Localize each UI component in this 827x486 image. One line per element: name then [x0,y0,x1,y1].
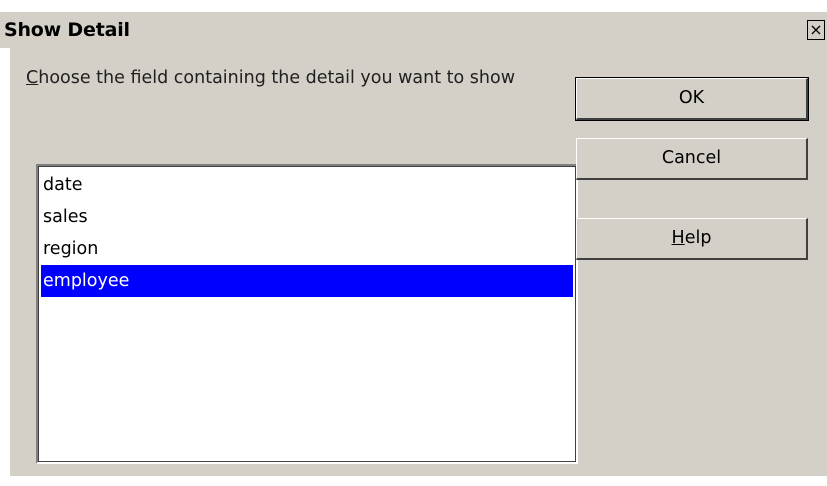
title-bar[interactable]: Show Detail × [0,12,827,48]
close-button[interactable]: × [807,20,825,40]
show-detail-dialog: Show Detail × Choose the field containin… [0,0,827,486]
list-item-employee[interactable]: employee [41,265,573,297]
field-listbox[interactable]: date sales region employee [36,164,578,464]
ok-button[interactable]: OK [575,77,809,121]
help-button[interactable]: Help [576,218,808,260]
cancel-button[interactable]: Cancel [576,138,808,180]
help-access-key: H [671,228,685,248]
field-prompt-label: Choose the field containing the detail y… [26,64,566,92]
close-icon: × [809,20,823,39]
dialog-body: Choose the field containing the detail y… [10,48,827,476]
dialog-title: Show Detail [4,19,130,41]
prompt-access-key: C [26,68,39,88]
list-item-date[interactable]: date [41,169,573,201]
field-list: date sales region employee [41,169,573,459]
help-label-rest: elp [684,228,712,248]
prompt-text: hoose the field containing the detail yo… [38,68,516,88]
list-item-sales[interactable]: sales [41,201,573,233]
list-item-region[interactable]: region [41,233,573,265]
